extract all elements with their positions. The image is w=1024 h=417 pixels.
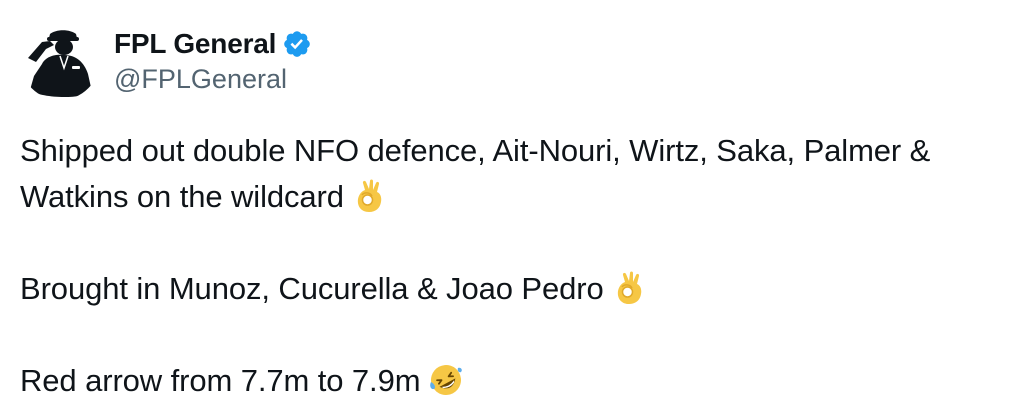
tweet-line-1: Shipped out double NFO defence, Ait-Nour… bbox=[20, 133, 931, 168]
tweet-line-3: Brought in Munoz, Cucurella & Joao Pedro bbox=[20, 271, 604, 306]
tweet-line-4: Red arrow from 7.7m to 7.9m bbox=[20, 363, 421, 398]
tweet-text: Shipped out double NFO defence, Ait-Nour… bbox=[20, 128, 1020, 404]
tweet-line-2: Watkins on the wildcard bbox=[20, 179, 344, 214]
tweet-card: FPL General @FPLGeneral Shipped out doub… bbox=[0, 0, 1024, 417]
verified-badge-icon[interactable] bbox=[282, 29, 312, 59]
ok-hand-emoji-icon bbox=[357, 179, 382, 212]
author-handle[interactable]: @FPLGeneral bbox=[114, 64, 312, 95]
avatar[interactable] bbox=[20, 20, 100, 100]
ok-hand-emoji-icon bbox=[617, 271, 641, 304]
author-names: FPL General @FPLGeneral bbox=[114, 26, 312, 95]
name-row: FPL General bbox=[114, 26, 312, 62]
tweet-paragraph-1: Shipped out double NFO defence, Ait-Nour… bbox=[20, 128, 1020, 220]
tweet-header: FPL General @FPLGeneral bbox=[20, 20, 312, 100]
tweet-paragraph-3: Red arrow from 7.7m to 7.9m bbox=[20, 358, 1020, 404]
rolling-on-floor-laughing-emoji-icon bbox=[430, 365, 463, 395]
tweet-paragraph-2: Brought in Munoz, Cucurella & Joao Pedro bbox=[20, 266, 1020, 312]
author-display-name[interactable]: FPL General bbox=[114, 28, 276, 60]
